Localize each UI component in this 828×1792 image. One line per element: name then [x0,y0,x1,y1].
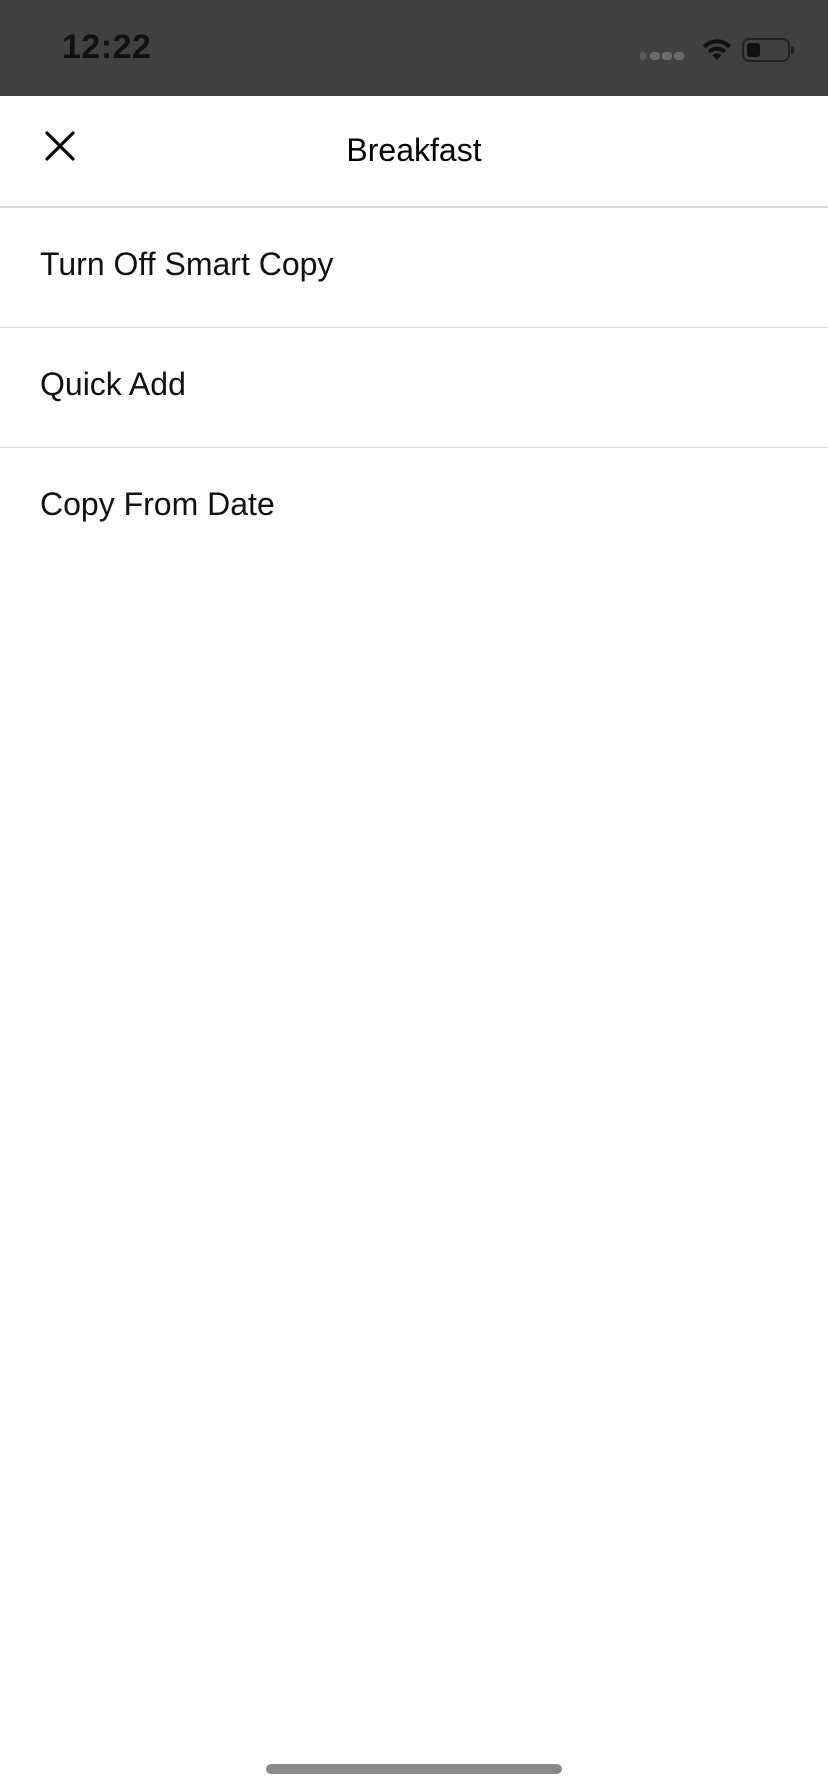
quick-add-option[interactable]: Quick Add [0,328,828,448]
battery-level-fill [747,43,760,57]
navigation-header: Breakfast [0,96,828,208]
status-bar: 12:22 [0,0,828,96]
option-label: Copy From Date [40,486,275,522]
option-label: Quick Add [40,366,186,402]
wifi-icon [700,36,734,62]
cellular-signal-icon [640,48,692,62]
battery-icon [742,38,790,62]
turn-off-smart-copy-option[interactable]: Turn Off Smart Copy [0,208,828,328]
page-title: Breakfast [346,132,482,168]
options-list: Turn Off Smart Copy Quick Add Copy From … [0,208,828,567]
home-indicator[interactable] [266,1764,562,1774]
copy-from-date-option[interactable]: Copy From Date [0,448,828,567]
screen: 12:22 Breakfast Turn Off Smart Copy Quic… [0,0,828,1792]
status-time: 12:22 [62,28,152,66]
option-label: Turn Off Smart Copy [40,246,334,282]
battery-cap [791,46,794,54]
